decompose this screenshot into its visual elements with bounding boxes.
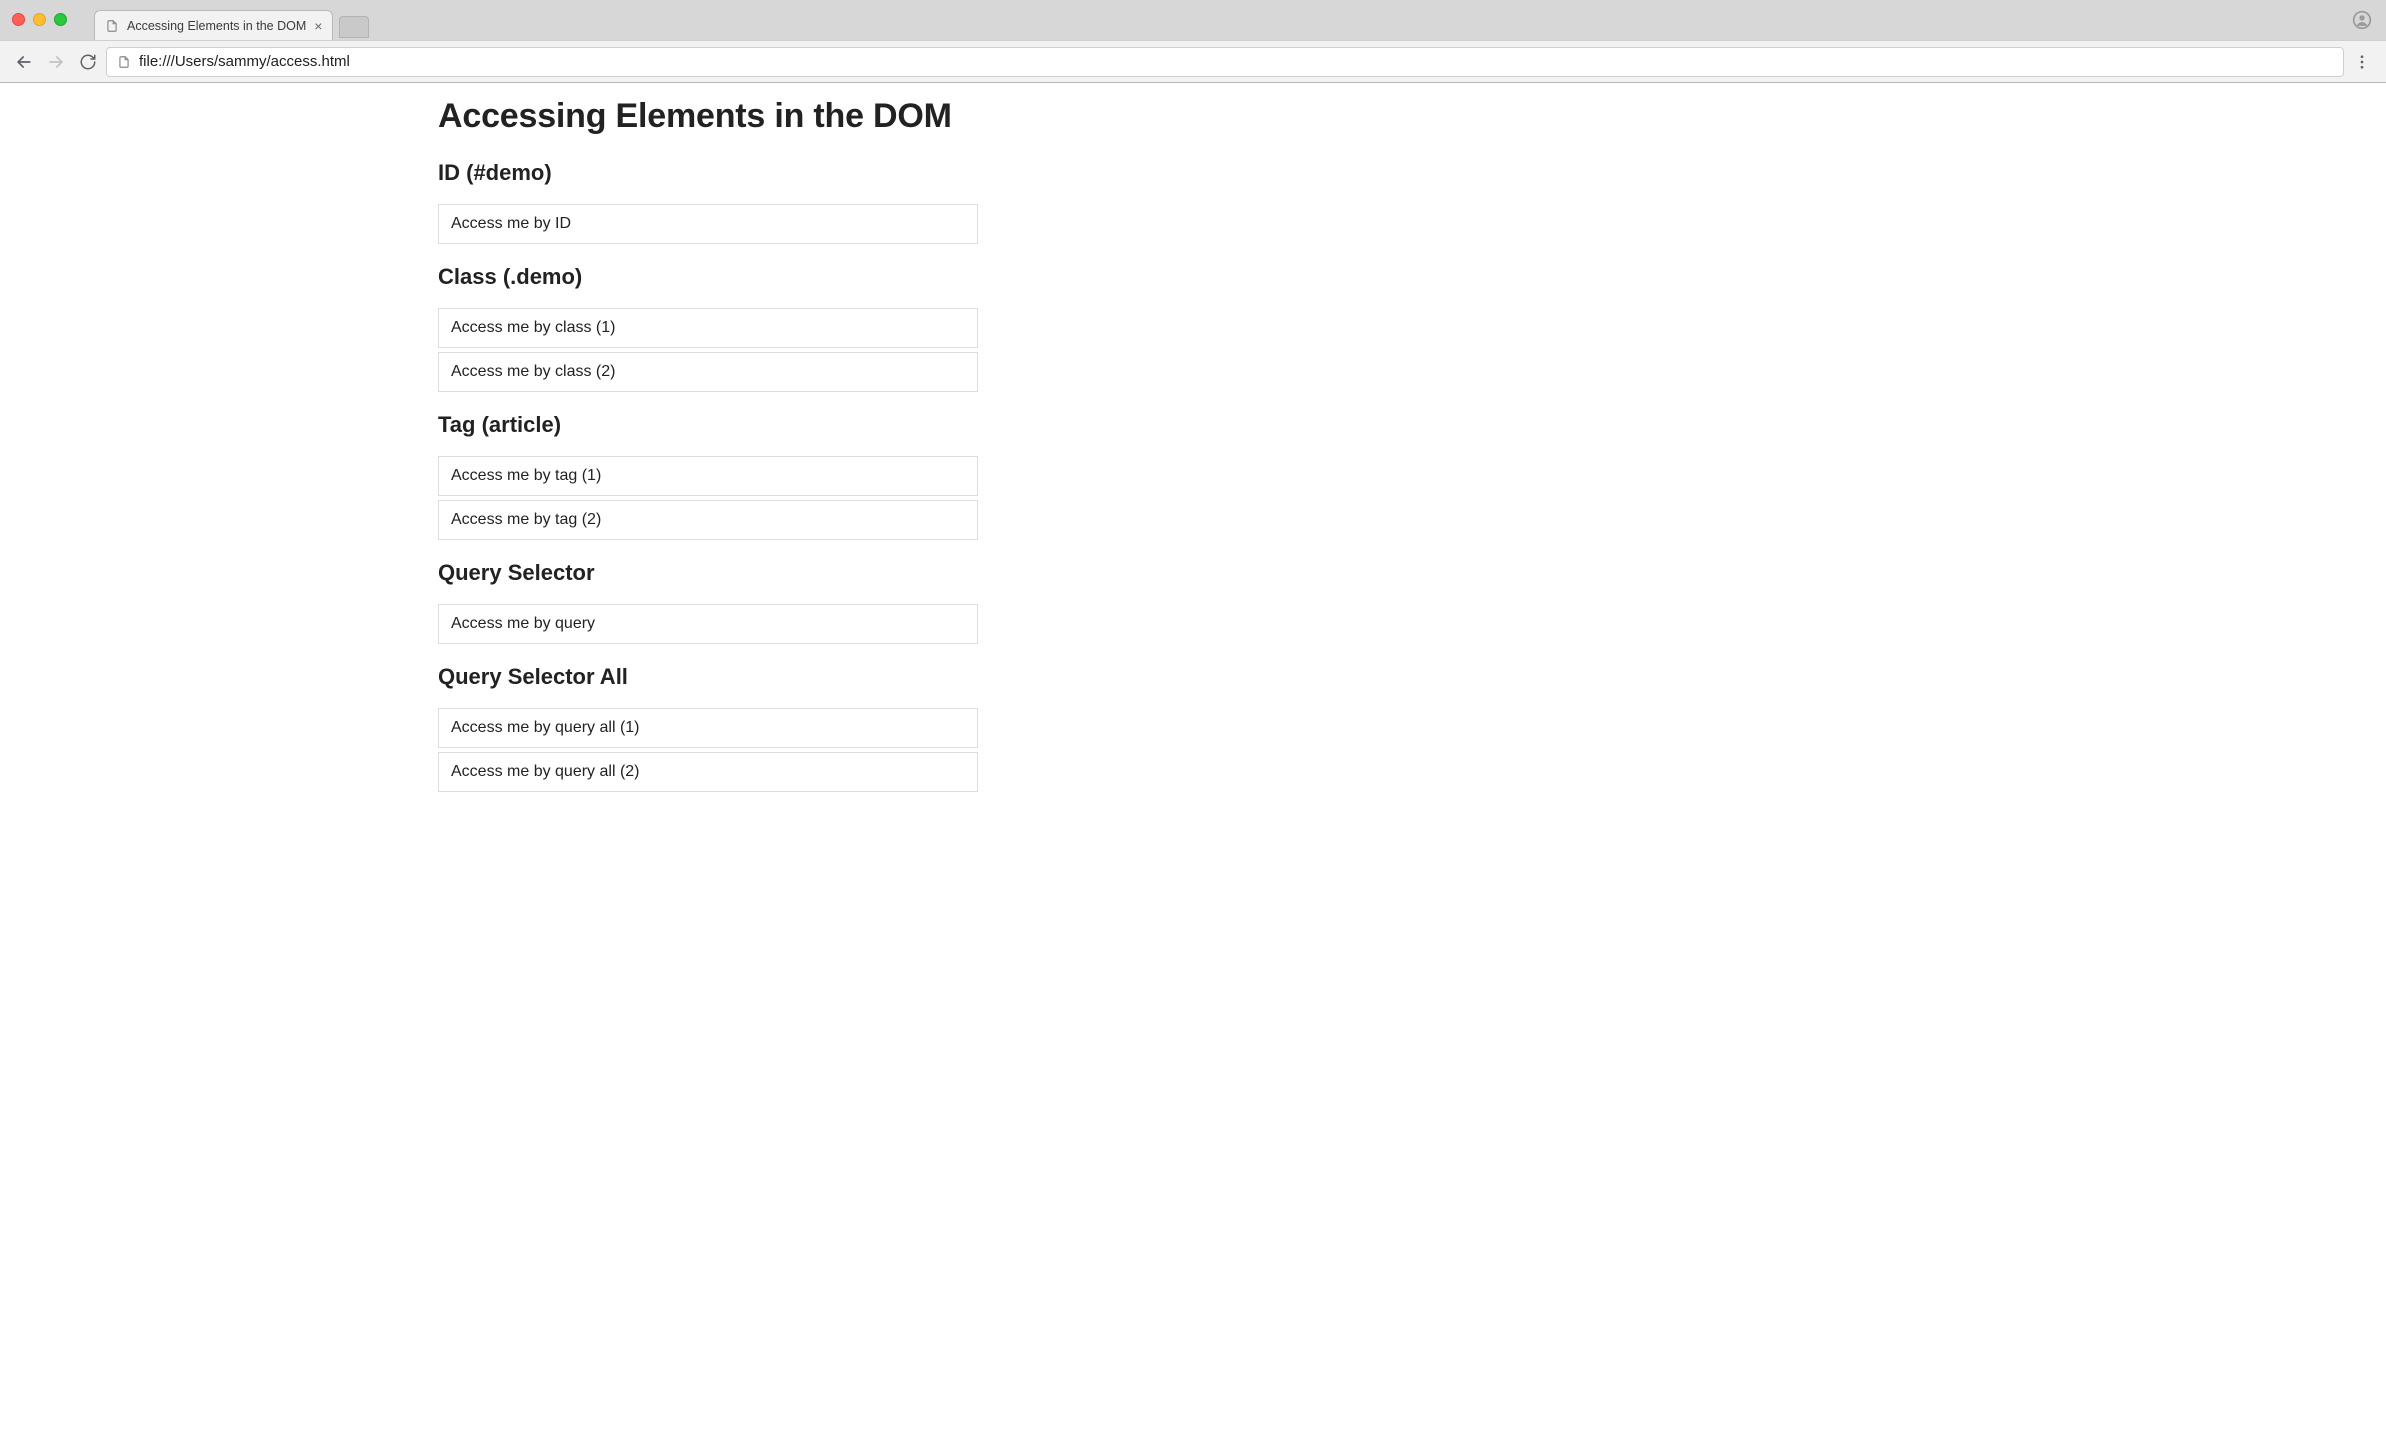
window-minimize-button[interactable] [33, 13, 46, 26]
section-heading: Query Selector All [438, 664, 978, 690]
section-class: Class (.demo) Access me by class (1) Acc… [438, 264, 978, 392]
browser-toolbar: file:///Users/sammy/access.html [0, 40, 2386, 82]
address-bar[interactable]: file:///Users/sammy/access.html [106, 47, 2344, 77]
demo-box: Access me by query all (1) [438, 708, 978, 748]
tab-title: Accessing Elements in the DOM [127, 19, 306, 33]
reload-button[interactable] [74, 48, 102, 76]
window-controls [12, 13, 67, 26]
page-viewport: Accessing Elements in the DOM ID (#demo)… [0, 97, 2386, 844]
tab-strip: Accessing Elements in the DOM × [0, 0, 2386, 40]
demo-box: Access me by class (1) [438, 308, 978, 348]
browser-chrome: Accessing Elements in the DOM × [0, 0, 2386, 83]
window-close-button[interactable] [12, 13, 25, 26]
section-heading: Class (.demo) [438, 264, 978, 290]
section-heading: Query Selector [438, 560, 978, 586]
section-tag: Tag (article) Access me by tag (1) Acces… [438, 412, 978, 540]
demo-box: Access me by tag (1) [438, 456, 978, 496]
demo-box: Access me by query all (2) [438, 752, 978, 792]
demo-box: Access me by query [438, 604, 978, 644]
section-id: ID (#demo) Access me by ID [438, 160, 978, 244]
forward-button[interactable] [42, 48, 70, 76]
page-content: Accessing Elements in the DOM ID (#demo)… [438, 97, 978, 792]
window-fullscreen-button[interactable] [54, 13, 67, 26]
url-text: file:///Users/sammy/access.html [139, 53, 350, 70]
page-icon [105, 19, 119, 33]
demo-box: Access me by tag (2) [438, 500, 978, 540]
section-heading: Tag (article) [438, 412, 978, 438]
new-tab-button[interactable] [339, 16, 369, 38]
demo-box: Access me by ID [438, 204, 978, 244]
section-query: Query Selector Access me by query [438, 560, 978, 644]
back-button[interactable] [10, 48, 38, 76]
close-icon[interactable]: × [314, 19, 322, 33]
page-icon [117, 55, 131, 69]
profile-icon[interactable] [2352, 10, 2372, 30]
browser-tab[interactable]: Accessing Elements in the DOM × [94, 10, 333, 40]
page-title: Accessing Elements in the DOM [438, 97, 978, 136]
section-query-all: Query Selector All Access me by query al… [438, 664, 978, 792]
browser-menu-button[interactable] [2348, 48, 2376, 76]
demo-box: Access me by class (2) [438, 352, 978, 392]
section-heading: ID (#demo) [438, 160, 978, 186]
